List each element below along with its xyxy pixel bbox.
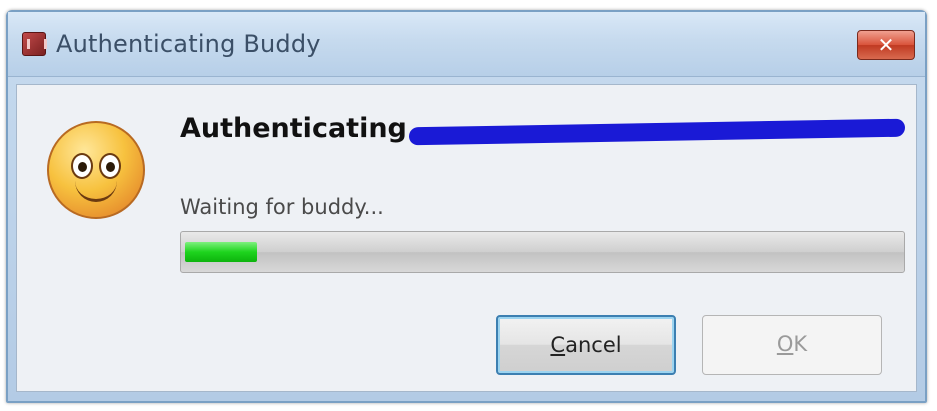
title-bar[interactable]: Authenticating Buddy ✕ bbox=[8, 12, 925, 77]
progress-bar bbox=[180, 231, 905, 273]
dialog-heading: Authenticating bbox=[180, 113, 407, 144]
close-button[interactable]: ✕ bbox=[857, 30, 915, 60]
cancel-mnemonic: C bbox=[550, 333, 566, 357]
app-icon bbox=[22, 32, 47, 56]
smiley-right-eye bbox=[99, 153, 121, 179]
window-title: Authenticating Buddy bbox=[56, 30, 321, 58]
smiley-face-icon bbox=[47, 121, 145, 219]
ok-label-rest: K bbox=[793, 332, 808, 356]
cancel-label-rest: ancel bbox=[565, 333, 622, 357]
authenticating-buddy-dialog: Authenticating Buddy ✕ Authenticating Wa… bbox=[6, 10, 927, 403]
smiley-mouth bbox=[75, 179, 117, 202]
status-text: Waiting for buddy... bbox=[180, 195, 384, 219]
ok-mnemonic: O bbox=[776, 332, 794, 356]
cancel-button[interactable]: Cancel bbox=[496, 315, 676, 375]
redacted-buddy-name bbox=[409, 118, 905, 146]
ok-button[interactable]: OK bbox=[702, 315, 882, 375]
progress-bar-fill bbox=[185, 242, 257, 262]
smiley-left-eye bbox=[71, 153, 93, 179]
dialog-body: Authenticating Waiting for buddy... Canc… bbox=[16, 84, 917, 392]
